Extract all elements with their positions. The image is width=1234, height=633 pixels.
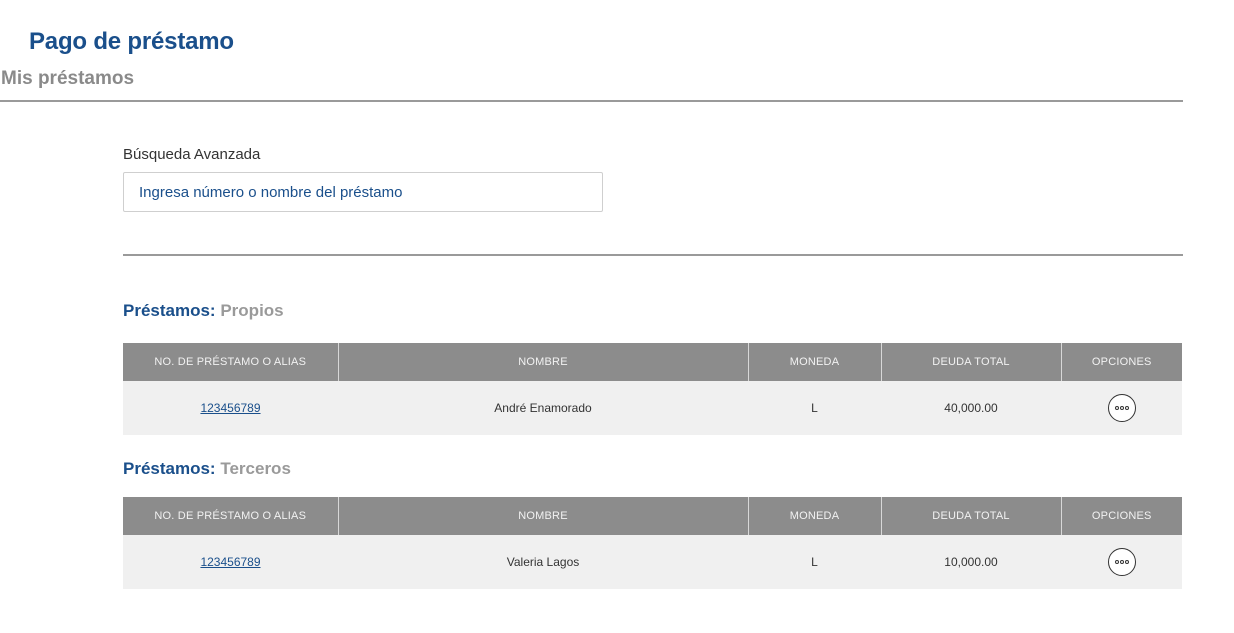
loans-table-terceros: NO. DE PRÉSTAMO O ALIAS NOMBRE MONEDA DE… xyxy=(123,497,1182,589)
column-header-loan-number: NO. DE PRÉSTAMO O ALIAS xyxy=(123,343,339,381)
cell-options xyxy=(1061,381,1182,435)
section-title-propios: Préstamos: Propios xyxy=(123,301,284,321)
section-title-label: Préstamos: xyxy=(123,301,216,320)
cell-currency: L xyxy=(748,381,881,435)
section-title-type: Terceros xyxy=(220,459,291,478)
cell-options xyxy=(1061,535,1182,589)
ellipsis-circle-icon[interactable] xyxy=(1107,548,1136,576)
loan-number-link[interactable]: 123456789 xyxy=(200,555,260,569)
section-title-type: Propios xyxy=(220,301,284,320)
table-row: 123456789 Valeria Lagos L 10,000.00 xyxy=(123,535,1182,589)
page-subtitle: Mis préstamos xyxy=(1,68,135,89)
column-header-options: OPCIONES xyxy=(1061,343,1182,381)
section-divider xyxy=(123,254,1183,256)
header-divider xyxy=(0,100,1183,102)
cell-total-debt: 10,000.00 xyxy=(881,535,1061,589)
search-input[interactable] xyxy=(137,182,602,202)
section-title-terceros: Préstamos: Terceros xyxy=(123,459,291,479)
cell-loan-number: 123456789 xyxy=(123,535,338,589)
table-header-row: NO. DE PRÉSTAMO O ALIAS NOMBRE MONEDA DE… xyxy=(123,497,1182,535)
table-row: 123456789 André Enamorado L 40,000.00 xyxy=(123,381,1182,435)
column-header-currency: MONEDA xyxy=(748,343,882,381)
cell-loan-number: 123456789 xyxy=(123,381,338,435)
column-header-name: NOMBRE xyxy=(338,343,749,381)
cell-total-debt: 40,000.00 xyxy=(881,381,1061,435)
loan-number-link[interactable]: 123456789 xyxy=(200,401,260,415)
column-header-currency: MONEDA xyxy=(748,497,882,535)
ellipsis-circle-icon[interactable] xyxy=(1107,394,1136,422)
column-header-total-debt: DEUDA TOTAL xyxy=(881,497,1062,535)
table-header-row: NO. DE PRÉSTAMO O ALIAS NOMBRE MONEDA DE… xyxy=(123,343,1182,381)
search-label: Búsqueda Avanzada xyxy=(123,146,261,163)
cell-name: Valeria Lagos xyxy=(338,535,748,589)
search-field[interactable] xyxy=(123,172,603,212)
loans-table-propios: NO. DE PRÉSTAMO O ALIAS NOMBRE MONEDA DE… xyxy=(123,343,1182,435)
column-header-options: OPCIONES xyxy=(1061,497,1182,535)
column-header-loan-number: NO. DE PRÉSTAMO O ALIAS xyxy=(123,497,339,535)
cell-currency: L xyxy=(748,535,881,589)
section-title-label: Préstamos: xyxy=(123,459,216,478)
cell-name: André Enamorado xyxy=(338,381,748,435)
column-header-name: NOMBRE xyxy=(338,497,749,535)
column-header-total-debt: DEUDA TOTAL xyxy=(881,343,1062,381)
page-title: Pago de préstamo xyxy=(29,28,234,55)
